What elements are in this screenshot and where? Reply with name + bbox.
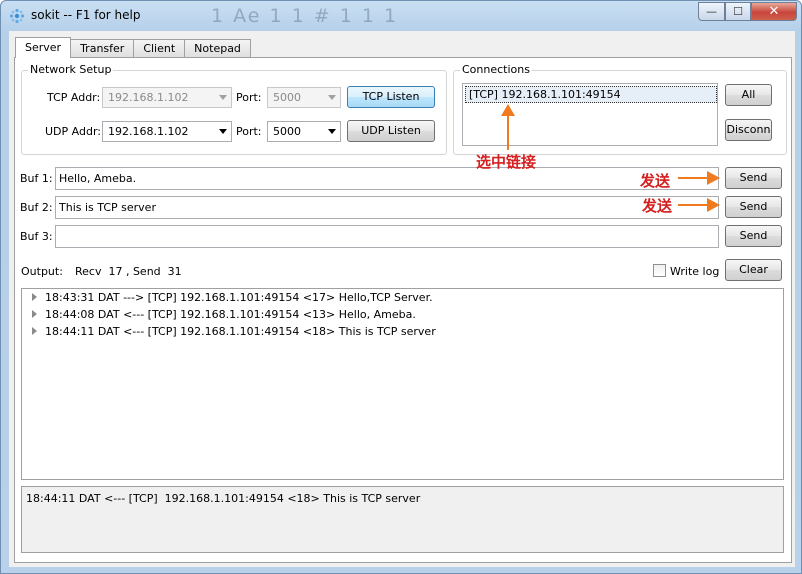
window-title-ghost-text: 1 Ae 1 1 # 1 1 1 [211, 5, 399, 27]
minimize-icon: — [706, 5, 717, 18]
chevron-down-icon [328, 95, 336, 100]
udp-port-combo[interactable]: 5000 [267, 121, 341, 142]
udp-port-value: 5000 [273, 125, 301, 138]
log-line[interactable]: 18:44:08 DAT <--- [TCP] 192.168.1.101:49… [32, 306, 416, 323]
detail-text: 18:44:11 DAT <--- [TCP] 192.168.1.101:49… [26, 492, 421, 505]
close-icon: ✕ [768, 4, 780, 19]
clear-button[interactable]: Clear [725, 259, 782, 281]
write-log-checkbox[interactable] [653, 264, 666, 277]
app-icon [9, 8, 25, 24]
tab-bar: Server Transfer Client Notepad [15, 37, 251, 58]
tcp-addr-value: 192.168.1.102 [108, 91, 189, 104]
tab-transfer[interactable]: Transfer [70, 39, 135, 58]
expand-arrow-icon[interactable] [32, 293, 37, 301]
chevron-down-icon [219, 129, 227, 134]
udp-listen-button[interactable]: UDP Listen [347, 120, 435, 142]
annotation-arrow-right-1 [678, 171, 720, 185]
udp-addr-value: 192.168.1.102 [108, 125, 189, 138]
udp-port-label: Port: [236, 125, 262, 138]
window-title: sokit -- F1 for help [31, 8, 141, 22]
network-setup-group: Network Setup TCP Addr: 192.168.1.102 Po… [21, 63, 447, 155]
server-tab-panel: Network Setup TCP Addr: 192.168.1.102 Po… [14, 57, 792, 563]
maximize-button[interactable]: ☐ [725, 2, 751, 21]
tcp-port-label: Port: [236, 91, 262, 104]
close-button[interactable]: ✕ [751, 2, 797, 21]
detail-pane: 18:44:11 DAT <--- [TCP] 192.168.1.101:49… [21, 486, 784, 553]
tab-client[interactable]: Client [133, 39, 186, 58]
log-line[interactable]: 18:44:11 DAT <--- [TCP] 192.168.1.101:49… [32, 323, 436, 340]
buf2-send-button[interactable]: Send [725, 196, 782, 218]
annotation-arrow-up [501, 104, 515, 150]
tcp-port-combo[interactable]: 5000 [267, 87, 341, 108]
output-label: Output: [21, 265, 63, 278]
buf3-input[interactable] [55, 225, 719, 248]
disconn-button[interactable]: Disconn [725, 119, 772, 141]
tcp-port-value: 5000 [273, 91, 301, 104]
output-log[interactable]: 18:43:31 DAT ---> [TCP] 192.168.1.101:49… [21, 288, 784, 480]
expand-arrow-icon[interactable] [32, 310, 37, 318]
all-button[interactable]: All [725, 84, 772, 106]
maximize-icon: ☐ [733, 5, 743, 18]
buf1-label: Buf 1: [20, 172, 53, 185]
write-log-label[interactable]: Write log [670, 265, 719, 278]
annotation-arrow-right-2 [678, 198, 720, 212]
connections-title: Connections [460, 63, 532, 76]
buf3-send-button[interactable]: Send [725, 225, 782, 247]
output-stats: Recv 17 , Send 31 [75, 265, 182, 278]
tcp-addr-label: TCP Addr: [47, 91, 101, 104]
tab-notepad[interactable]: Notepad [184, 39, 251, 58]
udp-addr-label: UDP Addr: [45, 125, 101, 138]
buf2-label: Buf 2: [20, 201, 53, 214]
minimize-button[interactable]: — [698, 2, 725, 21]
client-area: Server Transfer Client Notepad Network S… [9, 31, 795, 567]
annotation-select-connection: 选中链接 [476, 153, 537, 171]
chevron-down-icon [219, 95, 227, 100]
buf1-input[interactable]: Hello, Ameba. [55, 167, 719, 190]
annotation-send-1: 发送 [640, 172, 671, 190]
tcp-listen-button[interactable]: TCP Listen [347, 86, 435, 108]
buf3-label: Buf 3: [20, 230, 53, 243]
connection-item[interactable]: [TCP] 192.168.1.101:49154 [465, 86, 717, 103]
network-setup-title: Network Setup [28, 63, 114, 76]
annotation-send-2: 发送 [642, 197, 673, 215]
log-line-text: 18:44:11 DAT <--- [TCP] 192.168.1.101:49… [45, 325, 436, 338]
app-window: sokit -- F1 for help 1 Ae 1 1 # 1 1 1 — … [0, 0, 802, 574]
chevron-down-icon [328, 129, 336, 134]
log-line-text: 18:43:31 DAT ---> [TCP] 192.168.1.101:49… [45, 291, 433, 304]
title-bar[interactable]: sokit -- F1 for help 1 Ae 1 1 # 1 1 1 — … [1, 1, 801, 31]
expand-arrow-icon[interactable] [32, 327, 37, 335]
buf1-send-button[interactable]: Send [725, 167, 782, 189]
log-line[interactable]: 18:43:31 DAT ---> [TCP] 192.168.1.101:49… [32, 289, 433, 306]
tcp-addr-combo[interactable]: 192.168.1.102 [102, 87, 232, 108]
udp-addr-combo[interactable]: 192.168.1.102 [102, 121, 232, 142]
tab-server[interactable]: Server [15, 37, 72, 58]
log-line-text: 18:44:08 DAT <--- [TCP] 192.168.1.101:49… [45, 308, 416, 321]
buf2-input[interactable]: This is TCP server [55, 196, 719, 219]
